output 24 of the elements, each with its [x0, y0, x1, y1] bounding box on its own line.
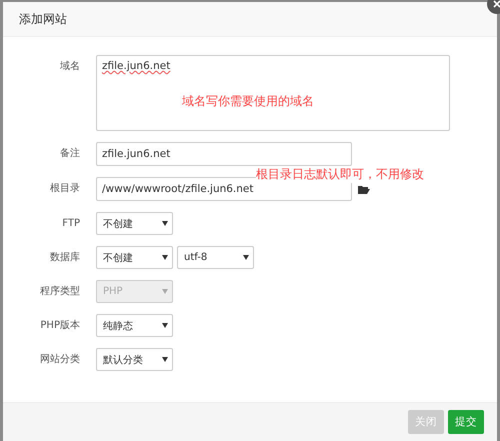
field-label: FTP: [61, 217, 80, 231]
select-dropdown[interactable]: utf-8: [177, 246, 254, 269]
caret-icon: [162, 221, 168, 226]
caret-icon: [162, 357, 168, 362]
select-dropdown[interactable]: 不创建: [96, 246, 173, 269]
caret-icon: [243, 255, 249, 260]
field-label: 根目录: [49, 182, 80, 196]
dialog-title: 添加网站: [19, 10, 67, 28]
field-label: 备注: [59, 146, 80, 161]
folder-icon[interactable]: [358, 184, 370, 194]
select-dropdown[interactable]: 纯静态: [96, 314, 173, 337]
annotation-text: 域名写你需要使用的域名: [182, 93, 314, 110]
caret-icon: [162, 323, 168, 328]
field-label: 域名: [59, 60, 80, 74]
select-dropdown[interactable]: 不创建: [96, 212, 173, 235]
input-field[interactable]: zfile.jun6.net: [96, 142, 352, 166]
caret-icon: [162, 255, 168, 260]
field-label: 程序类型: [39, 284, 80, 299]
select-dropdown[interactable]: 默认分类: [96, 348, 173, 371]
field-label: 网站分类: [39, 352, 80, 367]
annotation-text: 根目录日志默认即可，不用修改: [256, 166, 424, 183]
caret-icon: [162, 289, 168, 294]
field-label: 数据库: [49, 250, 80, 265]
field-label: PHP版本: [39, 318, 80, 333]
